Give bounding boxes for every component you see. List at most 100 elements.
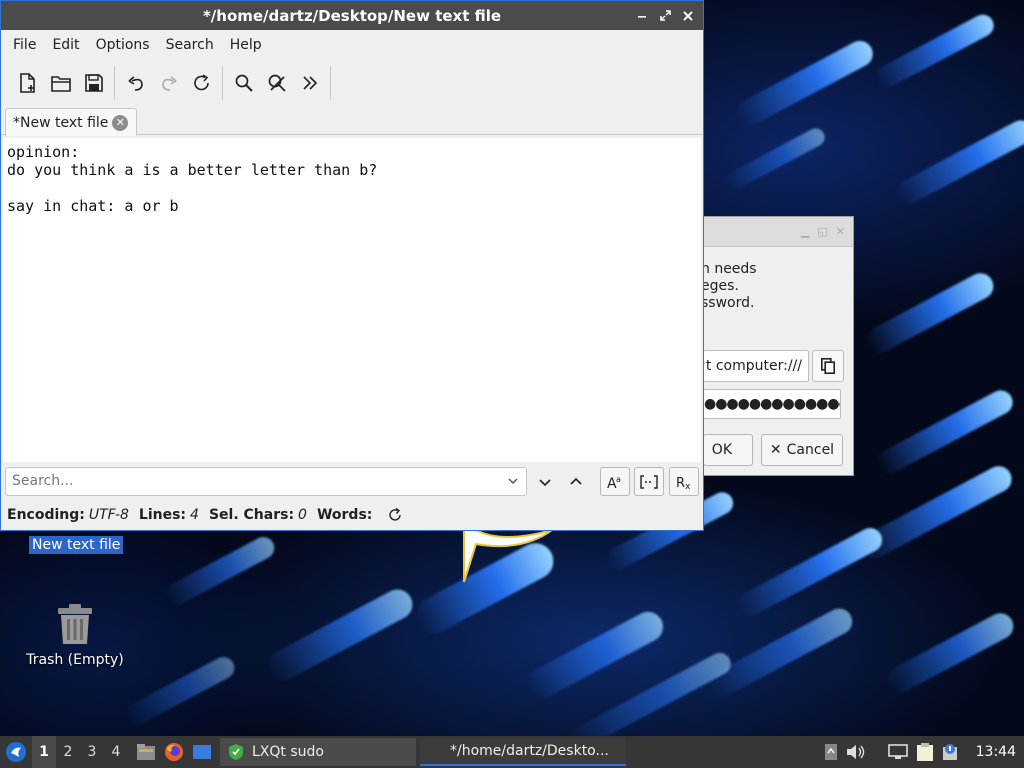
lxqt-logo-icon [6, 742, 26, 762]
search-input[interactable]: Search... [5, 467, 527, 496]
firefox-icon [165, 743, 183, 761]
clock[interactable]: 13:44 [976, 744, 1016, 760]
search-bar: Search... A a R x [5, 467, 701, 497]
find-replace-button[interactable] [260, 67, 293, 100]
taskbar-item-lxqt-sudo[interactable]: LXQt sudo [220, 738, 416, 766]
lines-value: 4 [190, 507, 199, 523]
cancel-button[interactable]: ✕ Cancel [761, 434, 843, 466]
save-button[interactable] [77, 67, 110, 100]
firefox-launcher[interactable] [164, 742, 184, 762]
chevron-up-icon [570, 477, 582, 485]
sudo-message-line: n needs [701, 261, 757, 277]
menubar: File Edit Options Search Help [1, 30, 703, 61]
clipboard-icon[interactable] [916, 742, 934, 762]
speech-bubble-graphic [463, 530, 553, 583]
menu-file[interactable]: File [5, 30, 44, 61]
window-title: */home/dartz/Desktop/New text file [202, 6, 502, 25]
find-button[interactable] [227, 67, 260, 100]
file-manager-launcher[interactable] [136, 743, 156, 761]
match-case-button[interactable]: A a [600, 467, 630, 496]
taskbar-item-label: LXQt sudo [252, 744, 324, 760]
whole-word-button[interactable] [634, 467, 664, 496]
redo-button[interactable] [152, 67, 185, 100]
open-file-button[interactable] [44, 67, 77, 100]
svg-text:a: a [616, 475, 621, 484]
close-icon[interactable]: ✕ [836, 225, 845, 238]
redo-icon [161, 76, 176, 91]
toolbar [1, 61, 703, 105]
sel-chars-value: 0 [298, 507, 307, 523]
cancel-icon: ✕ [769, 442, 782, 458]
system-tray: 13:44 [824, 736, 1024, 768]
maximize-icon[interactable] [658, 9, 672, 23]
menu-options[interactable]: Options [88, 30, 158, 61]
close-icon[interactable] [681, 9, 695, 23]
workspace-2[interactable]: 2 [56, 736, 80, 768]
undo-icon [128, 76, 143, 91]
trash-label: Trash (Empty) [26, 652, 124, 668]
taskbar-item-label: */home/dartz/Deskto... [450, 743, 609, 759]
password-input[interactable]: ●●●●●●●●●●●●● [703, 389, 841, 419]
toolbar-separator [114, 66, 115, 100]
copy-command-button[interactable] [812, 350, 844, 382]
minimize-icon[interactable] [635, 9, 649, 23]
tab-new-text-file[interactable]: *New text file ✕ [5, 108, 138, 136]
minimize-icon[interactable]: ▁ [801, 225, 809, 238]
lines-label: Lines: [138, 507, 187, 523]
sudo-command-field[interactable]: t computer:/// [703, 350, 809, 382]
window-titlebar[interactable]: */home/dartz/Desktop/New text file [1, 1, 703, 30]
sudo-message: n needs eges. ssword. [701, 261, 821, 312]
refresh-icon [389, 508, 402, 521]
undo-button[interactable] [119, 67, 152, 100]
more-tools-button[interactable] [293, 67, 326, 100]
taskbar-item-editor[interactable]: */home/dartz/Deskto... [420, 738, 626, 766]
menu-search[interactable]: Search [158, 30, 222, 61]
svg-text:R: R [676, 476, 685, 490]
taskbar: 1 2 3 4 LXQt sudo */home/dartz/Deskto... [0, 736, 1024, 768]
toolbar-separator [330, 66, 331, 100]
encoding-value: UTF-8 [88, 507, 129, 523]
network-icon[interactable] [887, 744, 908, 760]
refresh-word-count-button[interactable] [388, 508, 402, 522]
update-notifier-icon[interactable] [942, 743, 958, 761]
new-file-button[interactable] [11, 67, 44, 100]
double-chevron-right-icon [302, 76, 317, 90]
tab-label: *New text file [13, 114, 109, 131]
ok-button[interactable]: OK [703, 434, 753, 466]
desktop-trash[interactable]: Trash (Empty) [20, 604, 130, 668]
volume-icon[interactable] [846, 744, 866, 760]
match-case-icon: A a [607, 475, 621, 490]
find-next-button[interactable] [530, 467, 560, 496]
regex-button[interactable]: R x [669, 467, 699, 496]
text-editor-window[interactable]: */home/dartz/Desktop/New text file File … [0, 0, 704, 531]
show-desktop-launcher[interactable] [192, 744, 212, 760]
window-controls [635, 1, 695, 30]
regex-icon: R x [676, 476, 691, 490]
encoding-label: Encoding: [7, 507, 85, 523]
reload-button[interactable] [185, 67, 218, 100]
file-manager-icon [137, 744, 155, 760]
svg-text:x: x [685, 482, 691, 490]
desktop-file-label[interactable]: New text file [29, 536, 124, 554]
tray-up-arrow-icon[interactable] [824, 743, 838, 761]
sudo-message-line: ssword. [701, 295, 755, 311]
sudo-message-line: eges. [701, 278, 739, 294]
text-editor-area[interactable]: opinion: do you think a is a better lett… [3, 138, 701, 462]
workspace-3[interactable]: 3 [80, 736, 104, 768]
desktop-icon [193, 745, 211, 759]
menu-help[interactable]: Help [222, 30, 270, 61]
cancel-label: Cancel [786, 442, 835, 458]
maximize-icon[interactable]: ◱ [817, 225, 827, 238]
workspace-4[interactable]: 4 [104, 736, 128, 768]
start-menu-button[interactable] [0, 736, 32, 768]
folder-icon [50, 75, 71, 92]
reload-icon [193, 74, 209, 91]
find-previous-button[interactable] [561, 467, 591, 496]
shield-icon [229, 744, 243, 760]
tab-close-icon[interactable]: ✕ [112, 114, 129, 131]
sel-chars-label: Sel. Chars: [208, 507, 295, 523]
menu-edit[interactable]: Edit [44, 30, 87, 61]
workspace-1[interactable]: 1 [32, 736, 56, 768]
tab-bar: *New text file ✕ [1, 105, 703, 136]
trash-icon [58, 604, 92, 644]
